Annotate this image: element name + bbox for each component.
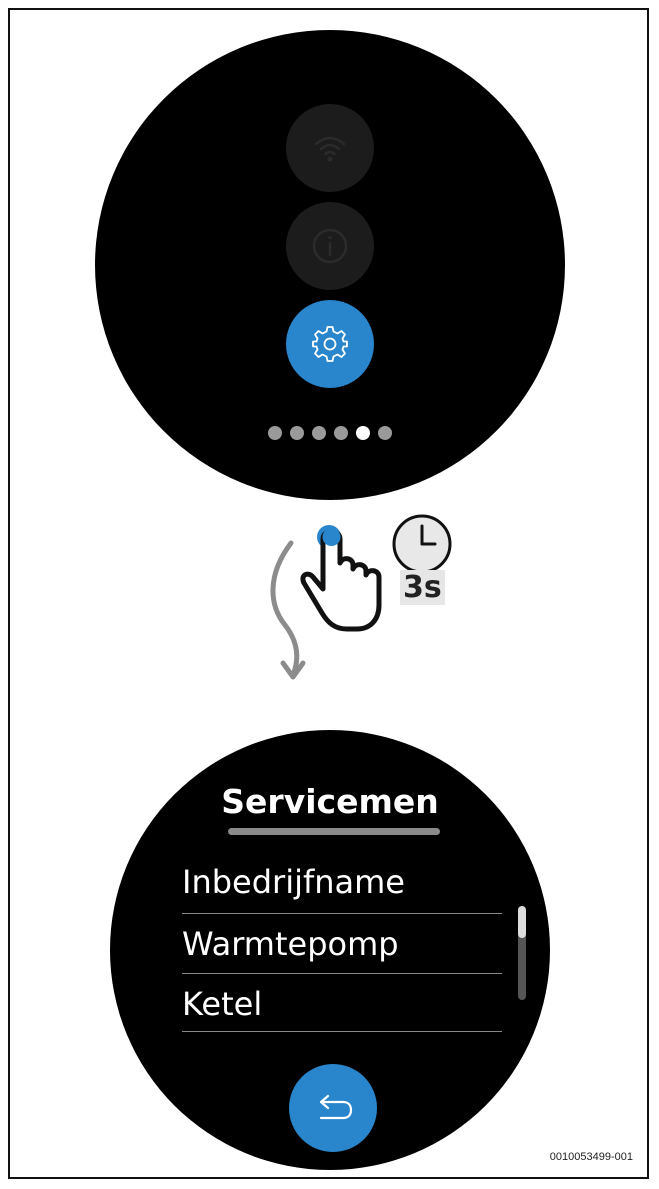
gear-icon [312, 326, 348, 362]
clock-icon [392, 514, 452, 574]
hold-duration-label: 3s [400, 570, 445, 605]
settings-button[interactable] [286, 300, 374, 388]
device-screen-service-menu: Servicemen Inbedrijfname Warmtepomp Kete… [110, 730, 550, 1170]
figure-frame: 3s Servicemen Inbedrijfname Warmtepomp K… [8, 8, 649, 1179]
back-arrow-icon [319, 1094, 353, 1120]
wifi-icon [314, 136, 346, 162]
hand-press-icon [300, 525, 382, 632]
menu-separator [182, 913, 502, 914]
menu-separator [182, 1031, 502, 1032]
info-button[interactable] [286, 202, 374, 290]
scrollbar-thumb[interactable] [518, 906, 526, 938]
wifi-button[interactable] [286, 104, 374, 192]
page-dot[interactable] [334, 426, 348, 440]
figure-id: 0010053499-001 [549, 1151, 633, 1163]
menu-item-warmtepomp[interactable]: Warmtepomp [182, 916, 502, 972]
menu-separator [182, 973, 502, 974]
title-underline [228, 828, 440, 835]
page-dot-active[interactable] [356, 426, 370, 440]
menu-item-inbedrijfname[interactable]: Inbedrijfname [182, 854, 502, 910]
menu-item-ketel[interactable]: Ketel [182, 976, 502, 1032]
page-dot[interactable] [378, 426, 392, 440]
back-button[interactable] [289, 1064, 377, 1152]
page-dot[interactable] [312, 426, 326, 440]
page-indicator [95, 426, 565, 440]
page-dot[interactable] [268, 426, 282, 440]
menu-title: Servicemen [221, 782, 439, 821]
page-dot[interactable] [290, 426, 304, 440]
device-screen-home [95, 30, 565, 500]
info-icon [312, 228, 348, 264]
